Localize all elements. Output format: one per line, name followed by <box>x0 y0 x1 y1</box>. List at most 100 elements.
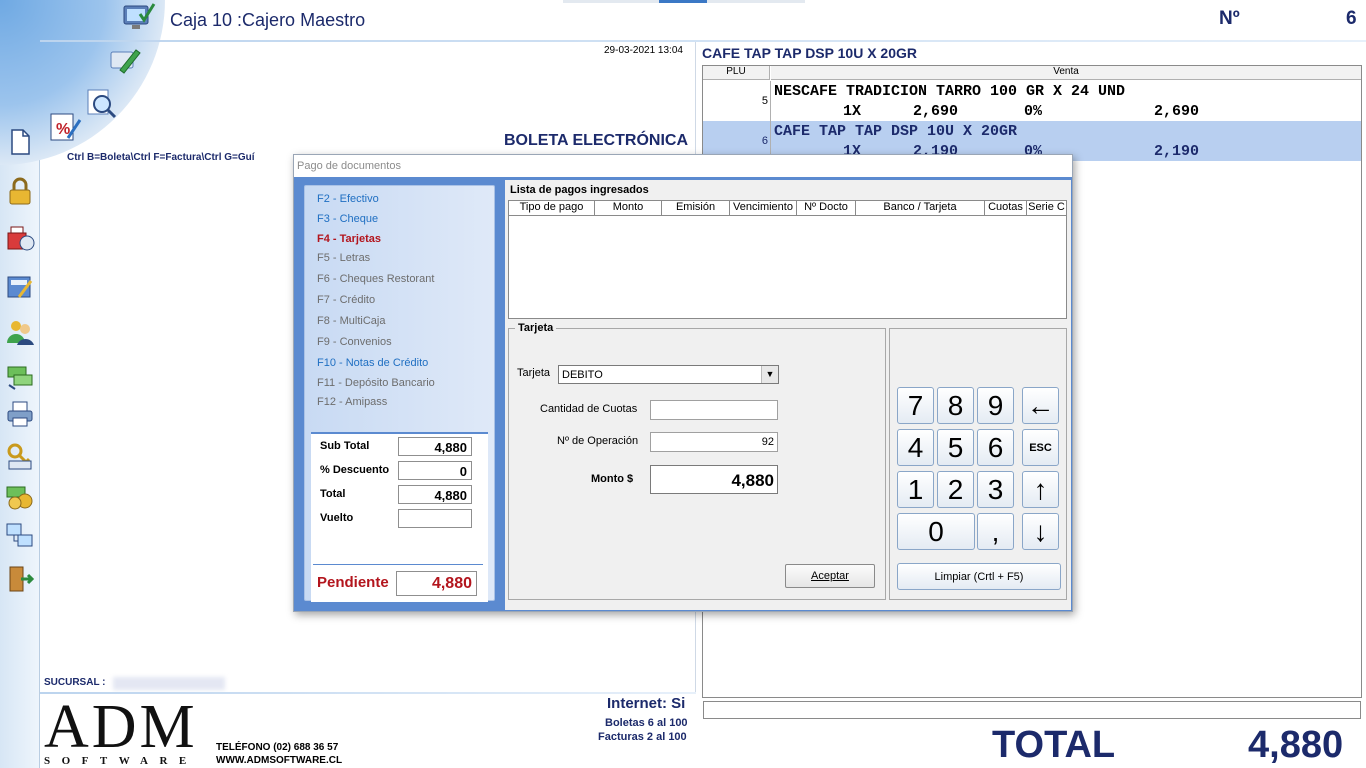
cash-register-icon[interactable] <box>4 222 36 254</box>
payments-col-emision[interactable]: Emisión <box>662 201 730 216</box>
dialog-titlebar[interactable] <box>294 155 1072 177</box>
coins-icon[interactable] <box>4 480 36 512</box>
key-arrow-down[interactable]: ↓ <box>1022 513 1059 550</box>
key-comma[interactable]: , <box>977 513 1014 550</box>
payment-option-cheques-restorant[interactable]: F6 - Cheques Restorant <box>317 273 434 285</box>
facturas-range: Facturas 2 al 100 <box>598 731 687 743</box>
key-backspace[interactable]: ← <box>1022 387 1059 424</box>
company-website: WWW.ADMSOFTWARE.CL <box>216 755 343 766</box>
payments-col-cuotas[interactable]: Cuotas <box>985 201 1027 216</box>
sales-row[interactable]: 5 NESCAFE TRADICION TARRO 100 GR X 24 UN… <box>703 81 1361 121</box>
vuelto-field <box>398 509 472 528</box>
sub-total-label: Sub Total <box>320 440 370 452</box>
adm-logo: ADM <box>44 693 198 761</box>
descuento-field[interactable]: 0 <box>398 461 472 480</box>
total-label: Total <box>320 488 346 500</box>
payments-col-serie[interactable]: Serie C <box>1027 201 1066 216</box>
column-header-venta: Venta <box>771 66 1361 80</box>
pendiente-field: 4,880 <box>396 571 477 596</box>
top-tab-active[interactable] <box>659 0 707 3</box>
chevron-down-icon[interactable]: ▼ <box>761 366 778 383</box>
lock-icon[interactable] <box>4 175 36 207</box>
key-password-icon[interactable] <box>4 440 36 472</box>
key-5[interactable]: 5 <box>937 429 974 466</box>
caja-title: Caja 10 :Cajero Maestro <box>170 10 366 30</box>
boletas-range: Boletas 6 al 100 <box>605 717 688 729</box>
payment-option-credito[interactable]: F7 - Crédito <box>317 294 375 306</box>
key-1[interactable]: 1 <box>897 471 934 508</box>
payments-col-monto[interactable]: Monto <box>595 201 662 216</box>
payments-col-vencimiento[interactable]: Vencimiento <box>730 201 797 216</box>
payment-option-deposito-bancario[interactable]: F11 - Depósito Bancario <box>317 377 435 389</box>
key-9[interactable]: 9 <box>977 387 1014 424</box>
document-datetime: 29-03-2021 13:04 <box>604 45 683 56</box>
descuento-label: % Descuento <box>320 464 390 476</box>
vuelto-label: Vuelto <box>320 512 354 524</box>
money-transfer-icon[interactable] <box>4 360 36 392</box>
numero-value: 6 <box>1346 8 1357 29</box>
key-0[interactable]: 0 <box>897 513 975 550</box>
pendiente-divider <box>313 564 483 565</box>
sales-row-description: CAFE TAP TAP DSP 10U X 20GR <box>774 123 1018 140</box>
operacion-input[interactable]: 92 <box>650 432 778 452</box>
column-header-plu: PLU <box>703 66 770 80</box>
sucursal-value-redacted <box>113 677 225 690</box>
monitor-check-icon[interactable] <box>122 2 158 34</box>
sub-total-field: 4,880 <box>398 437 472 456</box>
sales-row-plu: 5 <box>703 81 771 121</box>
key-4[interactable]: 4 <box>897 429 934 466</box>
key-2[interactable]: 2 <box>937 471 974 508</box>
payments-col-tipo[interactable]: Tipo de pago <box>509 201 595 216</box>
current-product-title: CAFE TAP TAP DSP 10U X 20GR <box>702 45 917 61</box>
sales-row-quantity: 1X <box>843 103 862 120</box>
operacion-label: Nº de Operación <box>557 435 639 447</box>
payments-col-docto[interactable]: Nº Docto <box>797 201 856 216</box>
adm-logo-subtitle: SOFTWARE <box>44 755 198 767</box>
sales-row-description: NESCAFE TRADICION TARRO 100 GR X 24 UND <box>774 83 1126 100</box>
aceptar-button[interactable]: Aceptar <box>785 564 875 588</box>
key-7[interactable]: 7 <box>897 387 934 424</box>
grand-total-value: 4,880 <box>1248 724 1344 766</box>
sales-row-price: 2,690 <box>913 103 959 120</box>
calculator-icon[interactable] <box>4 270 36 302</box>
tarjeta-legend: Tarjeta <box>515 322 557 334</box>
sales-row-amount: 2,190 <box>1154 143 1200 160</box>
payment-option-efectivo[interactable]: F2 - Efectivo <box>317 193 379 205</box>
cuotas-label: Cantidad de Cuotas <box>540 403 638 415</box>
printer-icon[interactable] <box>4 398 36 430</box>
payment-option-amipass[interactable]: F12 - Amipass <box>317 396 387 408</box>
payments-table[interactable] <box>508 200 1067 319</box>
company-phone: TELÉFONO (02) 688 36 57 <box>216 742 339 753</box>
key-escape[interactable]: ESC <box>1022 429 1059 466</box>
new-document-icon[interactable] <box>4 126 36 158</box>
dialog-title: Pago de documentos <box>297 160 401 172</box>
grand-total-label: TOTAL <box>992 724 1116 766</box>
payment-option-tarjetas[interactable]: F4 - Tarjetas <box>317 233 381 245</box>
total-field: 4,880 <box>398 485 472 504</box>
payment-option-multicaja[interactable]: F8 - MultiCaja <box>317 315 385 327</box>
limpiar-button[interactable]: Limpiar (Crtl + F5) <box>897 563 1061 590</box>
payment-option-letras[interactable]: F5 - Letras <box>317 252 370 264</box>
tarjeta-select[interactable]: DEBITO <box>558 365 779 384</box>
users-icon[interactable] <box>4 316 36 348</box>
key-arrow-up[interactable]: ↑ <box>1022 471 1059 508</box>
cuotas-input[interactable] <box>650 400 778 420</box>
numero-label: Nº <box>1219 8 1240 29</box>
key-3[interactable]: 3 <box>977 471 1014 508</box>
shortcut-hint: Ctrl B=Boleta\Ctrl F=Factura\Ctrl G=Guí <box>67 152 255 163</box>
document-type-title: BOLETA ELECTRÓNICA <box>504 132 688 149</box>
payment-option-convenios[interactable]: F9 - Convenios <box>317 336 392 348</box>
payments-list-title: Lista de pagos ingresados <box>510 184 649 196</box>
key-6[interactable]: 6 <box>977 429 1014 466</box>
internet-status: Internet: Si <box>607 695 686 712</box>
network-computers-icon[interactable] <box>4 520 36 552</box>
payment-option-cheque[interactable]: F3 - Cheque <box>317 213 378 225</box>
pendiente-label: Pendiente <box>317 574 389 591</box>
sales-input-bar[interactable] <box>703 701 1361 719</box>
sucursal-label: SUCURSAL : <box>44 677 106 688</box>
key-8[interactable]: 8 <box>937 387 974 424</box>
payments-col-banco[interactable]: Banco / Tarjeta <box>856 201 985 216</box>
monto-input[interactable]: 4,880 <box>650 465 778 494</box>
payment-option-notas-credito[interactable]: F10 - Notas de Crédito <box>317 357 428 369</box>
exit-door-icon[interactable] <box>4 563 36 595</box>
